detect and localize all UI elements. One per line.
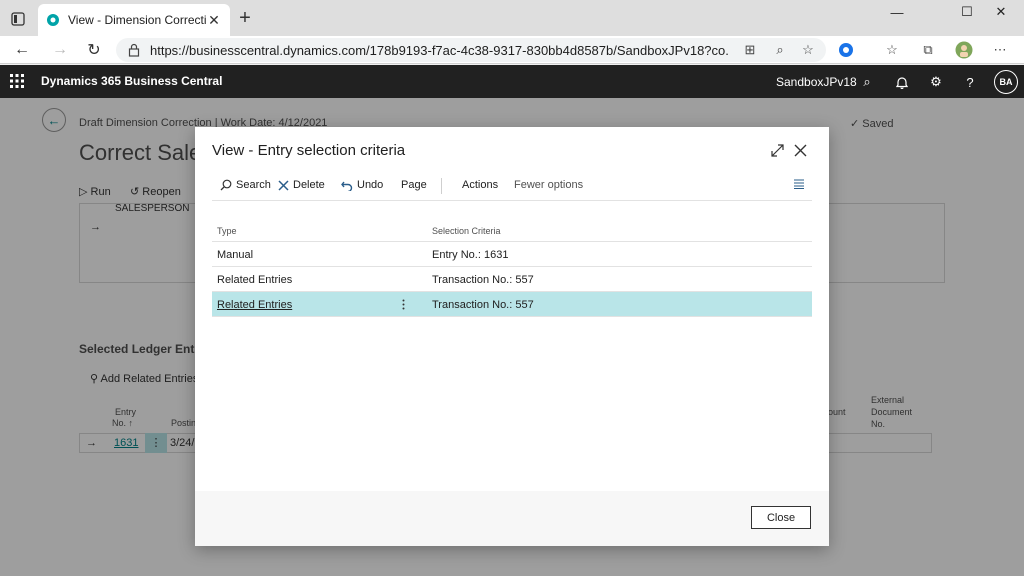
new-tab-icon[interactable]: +	[236, 8, 254, 28]
favorites-icon[interactable]: ☆	[882, 40, 902, 60]
url-text: https://businesscentral.dynamics.com/178…	[150, 42, 730, 58]
close-button[interactable]: Close	[751, 506, 811, 529]
search-button[interactable]: Search	[220, 179, 271, 191]
tab-close-icon[interactable]: ✕	[206, 12, 222, 28]
browser-tab[interactable]: View - Dimension Corrections - D ✕	[38, 4, 230, 36]
dialog-title: View - Entry selection criteria	[212, 142, 406, 159]
notifications-bell-icon[interactable]	[893, 73, 911, 91]
list-row[interactable]: Manual Entry No.: 1631	[212, 242, 812, 267]
entry-selection-dialog: View - Entry selection criteria Search D…	[195, 127, 829, 546]
url-field[interactable]: https://businesscentral.dynamics.com/178…	[116, 38, 826, 62]
expand-icon[interactable]	[768, 141, 786, 159]
collections-icon[interactable]: ⧉	[918, 40, 938, 60]
dialog-footer: Close	[195, 491, 829, 546]
back-icon[interactable]: ←	[10, 38, 34, 62]
app-name: Dynamics 365 Business Central	[41, 74, 223, 88]
search-icon	[220, 179, 232, 191]
row-type-link[interactable]: Related Entries	[217, 299, 292, 311]
more-menu-icon[interactable]: ⋯	[990, 40, 1010, 60]
list-header: Type Selection Criteria	[212, 219, 812, 242]
reader-view-icon[interactable]: ⊞	[740, 40, 760, 60]
fewer-options-button[interactable]: Fewer options	[514, 179, 583, 191]
page-menu-button[interactable]: Page	[401, 179, 427, 191]
col-criteria-header[interactable]: Selection Criteria	[432, 226, 501, 236]
favorite-star-icon[interactable]: ☆	[798, 40, 818, 60]
browser-tabstrip: View - Dimension Corrections - D ✕ + ― ☐…	[0, 0, 1024, 36]
refresh-icon[interactable]: ↻	[82, 38, 106, 62]
address-bar: ← → ↻ https://businesscentral.dynamics.c…	[0, 36, 1024, 64]
user-avatar[interactable]: BA	[994, 70, 1018, 94]
row-type: Related Entries	[217, 274, 293, 286]
bc-favicon-icon	[46, 13, 60, 27]
help-icon[interactable]: ?	[961, 73, 979, 91]
row-criteria: Entry No.: 1631	[432, 249, 509, 261]
search-icon[interactable]: ⌕	[858, 73, 876, 91]
dialog-toolbar: Search Delete Undo Page Actions Fewer op…	[212, 173, 812, 201]
col-type-header[interactable]: Type	[217, 226, 237, 236]
minimize-icon[interactable]: ―	[874, 0, 920, 24]
row-criteria: Transaction No.: 557	[432, 299, 534, 311]
tab-title: View - Dimension Corrections - D	[68, 13, 206, 27]
environment-name: SandboxJPv18	[776, 75, 857, 89]
app-launcher-icon[interactable]	[10, 74, 24, 88]
delete-x-icon	[278, 179, 289, 191]
zoom-icon[interactable]: ⌕	[770, 40, 790, 60]
undo-icon	[341, 180, 353, 191]
toolbar-separator	[441, 178, 442, 194]
list-row-selected[interactable]: Related Entries Transaction No.: 557	[212, 292, 812, 317]
forward-icon[interactable]: →	[48, 38, 72, 62]
dialog-close-icon[interactable]	[791, 141, 809, 159]
profile-icon[interactable]	[954, 40, 974, 60]
row-criteria: Transaction No.: 557	[432, 274, 534, 286]
row-actions-icon[interactable]	[398, 297, 408, 311]
lock-icon	[128, 43, 142, 57]
app-header: Dynamics 365 Business Central SandboxJPv…	[0, 65, 1024, 98]
list-row[interactable]: Related Entries Transaction No.: 557	[212, 267, 812, 292]
undo-button[interactable]: Undo	[341, 179, 383, 191]
criteria-list: Type Selection Criteria Manual Entry No.…	[212, 219, 812, 317]
window-close-icon[interactable]: ✕	[978, 0, 1024, 24]
row-type: Manual	[217, 249, 254, 261]
actions-menu-button[interactable]: Actions	[462, 179, 498, 191]
list-view-icon[interactable]	[793, 179, 805, 189]
tab-actions-icon[interactable]	[8, 9, 28, 29]
extension-icon[interactable]	[836, 40, 856, 60]
settings-gear-icon[interactable]: ⚙	[927, 73, 945, 91]
delete-button[interactable]: Delete	[278, 179, 325, 191]
